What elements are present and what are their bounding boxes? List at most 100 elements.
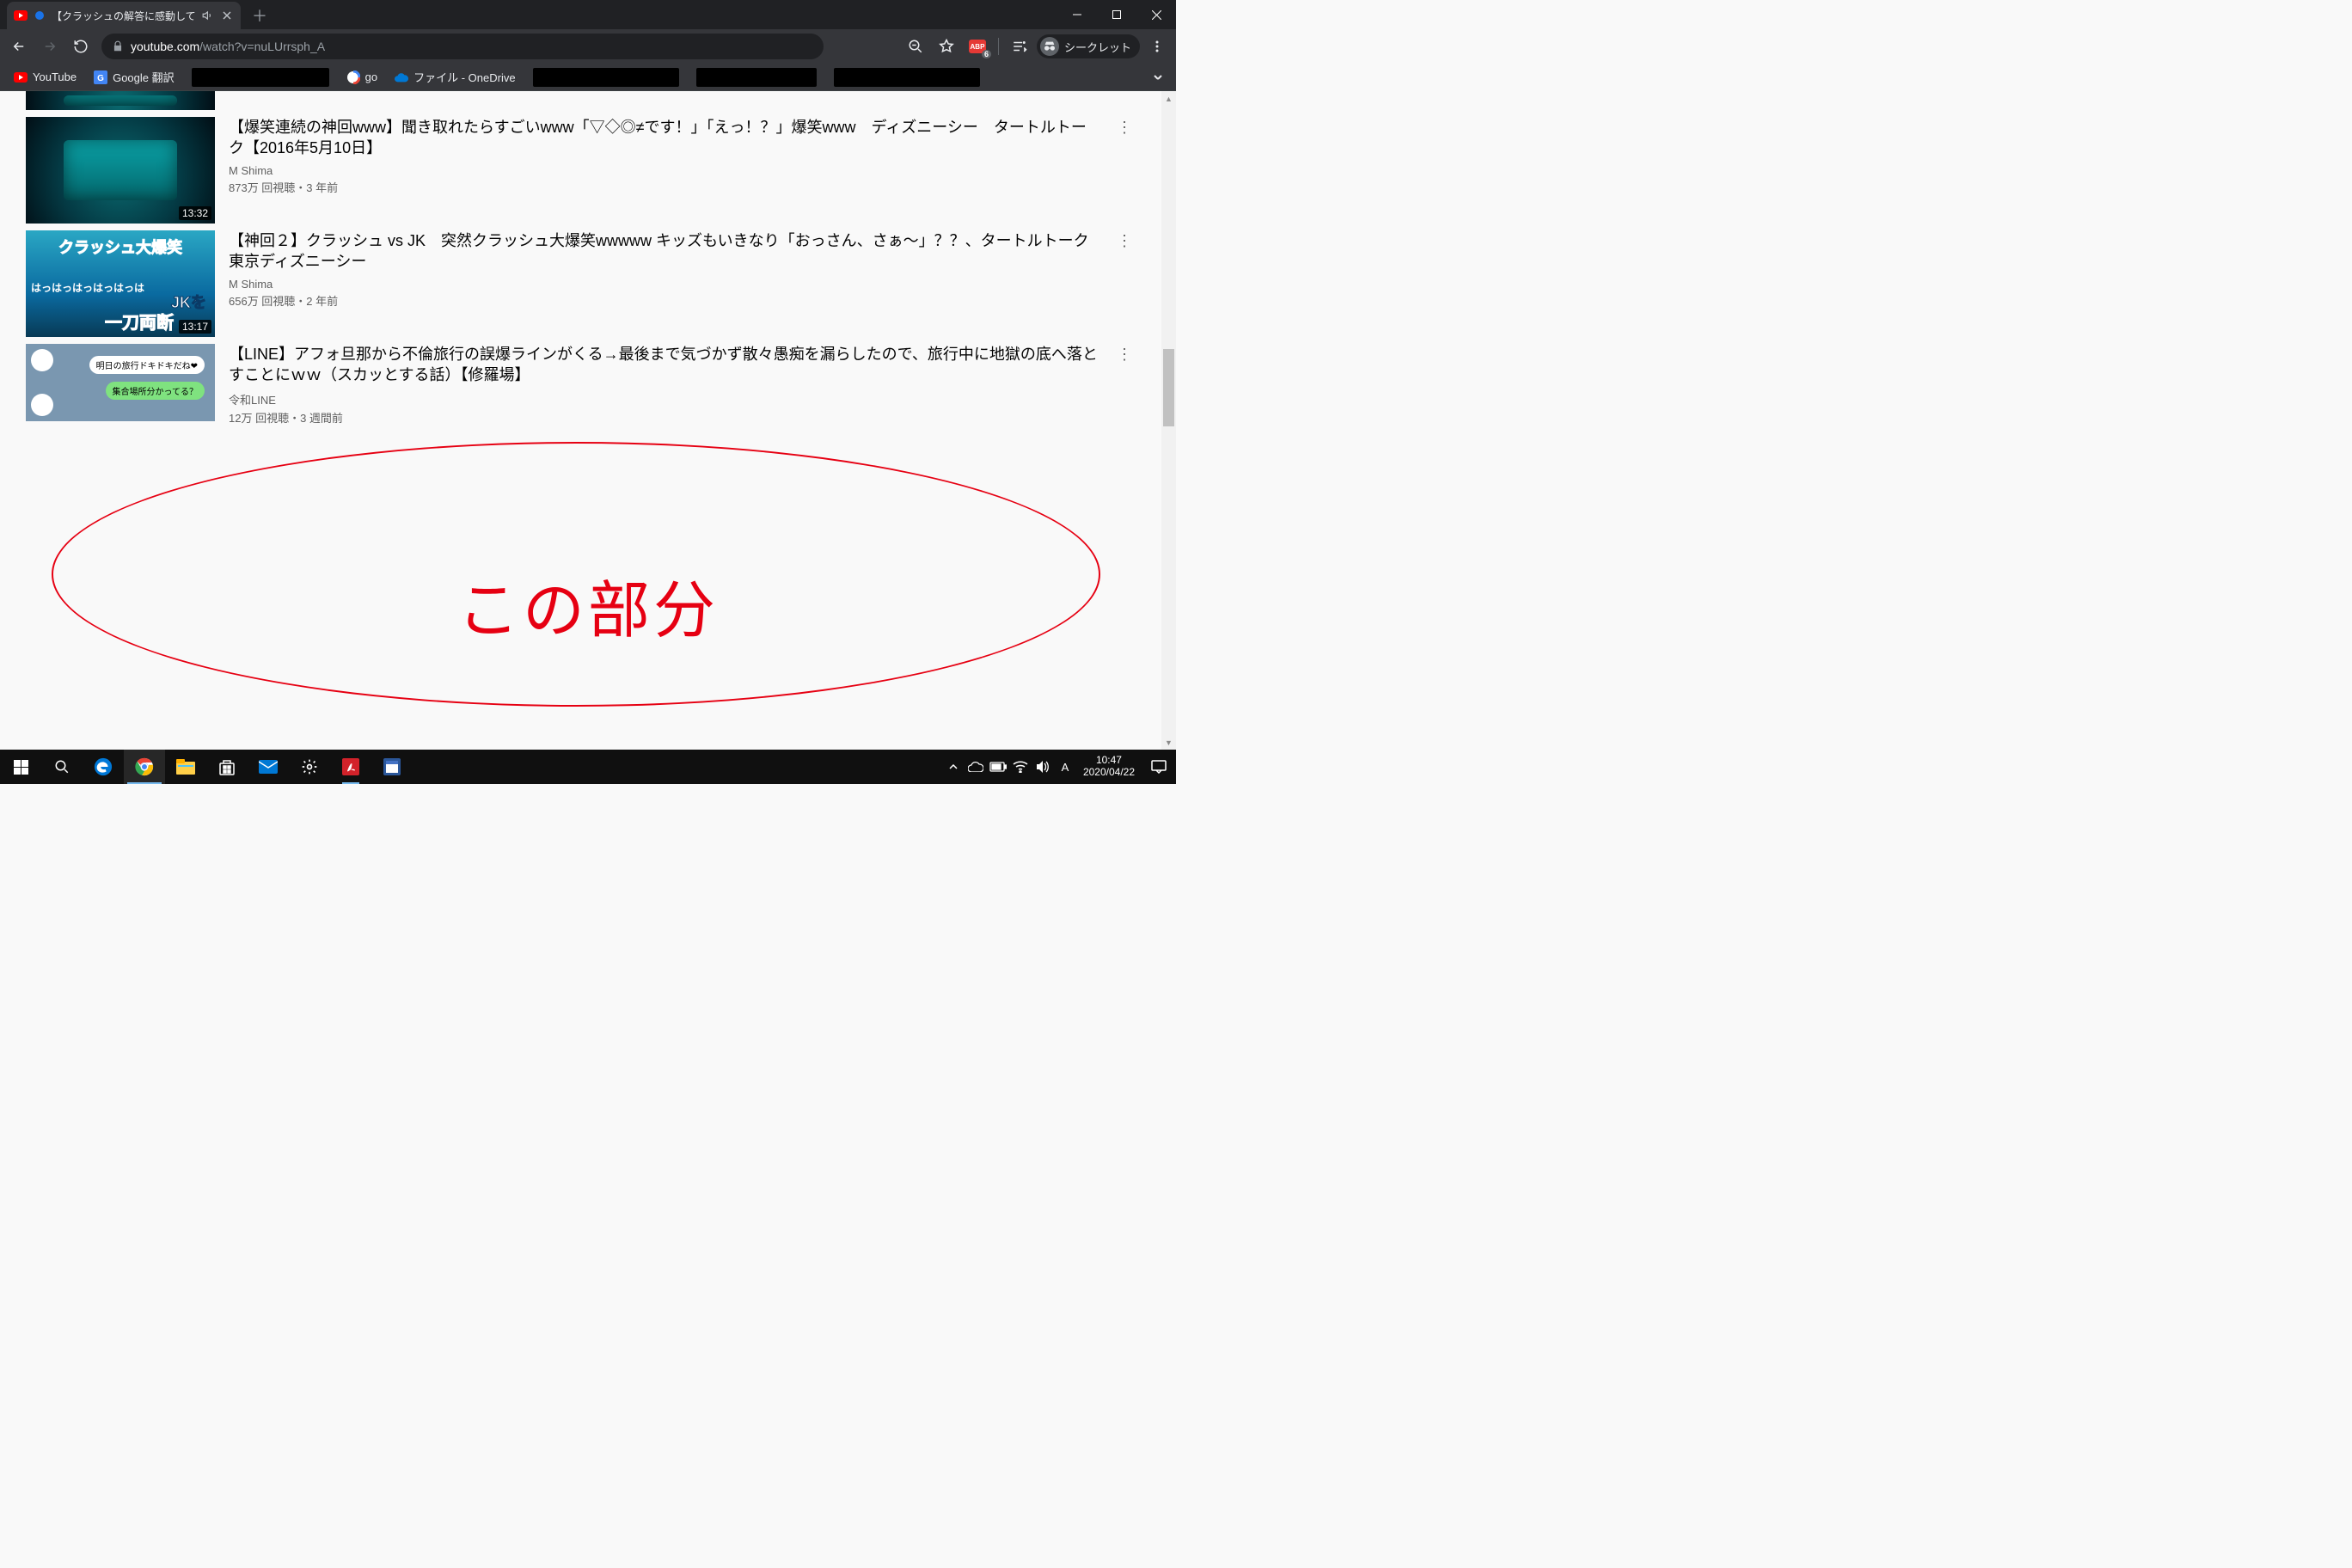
browser-toolbar: youtube.com/watch?v=nuLUrrsph_A ABP6 シーク… <box>0 29 1176 64</box>
thumb-text: 一刀両断 <box>105 309 174 334</box>
window-maximize-button[interactable] <box>1097 0 1136 29</box>
youtube-icon <box>14 70 28 84</box>
incognito-indicator[interactable]: シークレット <box>1037 34 1140 58</box>
media-control-icon[interactable] <box>1006 33 1033 60</box>
video-thumbnail[interactable]: 明日の旅行ドキドキだね❤ 集合場所分かってる？ <box>26 344 215 421</box>
taskbar-store-icon[interactable] <box>206 750 248 784</box>
tab-title: 【クラッシュの解答に感動して <box>52 9 196 23</box>
clock-time: 10:47 <box>1083 755 1135 767</box>
video-row-partial <box>26 91 1135 110</box>
video-thumbnail[interactable]: クラッシュ大爆笑 はっはっはっはっはっは JKを 一刀両断 13:17 <box>26 230 215 337</box>
taskbar-chrome-icon[interactable] <box>124 750 165 784</box>
abp-label: ABP <box>971 43 985 51</box>
tray-battery-icon[interactable] <box>987 750 1009 784</box>
clock-date: 2020/04/22 <box>1083 767 1135 779</box>
bookmark-redacted-2[interactable] <box>526 65 686 89</box>
video-title: 【神回２】クラッシュ vs JK 突然クラッシュ大爆笑wwwww キッズもいきな… <box>229 230 1100 273</box>
lock-icon <box>112 40 124 52</box>
redacted-block <box>834 68 980 87</box>
tray-wifi-icon[interactable] <box>1009 750 1032 784</box>
bookmark-label: YouTube <box>33 70 77 83</box>
action-center-icon[interactable] <box>1142 750 1176 784</box>
svg-text:G: G <box>97 74 104 83</box>
url-path: /watch?v=nuLUrrsph_A <box>199 40 325 53</box>
video-thumbnail[interactable]: 13:32 <box>26 117 215 224</box>
bookmark-redacted-1[interactable] <box>185 65 336 89</box>
redacted-block <box>696 68 817 87</box>
adblock-extension-icon[interactable]: ABP6 <box>964 33 991 60</box>
browser-tab[interactable]: 【クラッシュの解答に感動して <box>7 2 241 29</box>
video-duration: 13:32 <box>179 206 211 220</box>
thumb-text: はっはっはっはっはっは <box>31 280 144 295</box>
tray-overflow-icon[interactable] <box>942 750 965 784</box>
bookmark-redacted-3[interactable] <box>689 65 824 89</box>
bookmark-go[interactable]: go <box>340 68 384 87</box>
video-meta[interactable]: 【LINE】アフォ旦那から不倫旅行の誤爆ラインがくる→最後まで気づかず散々愚痴を… <box>229 344 1100 426</box>
tray-volume-icon[interactable] <box>1032 750 1054 784</box>
google-icon <box>346 70 360 84</box>
scrollbar-thumb[interactable] <box>1163 349 1174 426</box>
reload-button[interactable] <box>67 33 95 60</box>
back-button[interactable] <box>5 33 33 60</box>
bookmark-label: Google 翻訳 <box>113 69 175 85</box>
taskbar-explorer-icon[interactable] <box>165 750 206 784</box>
taskbar-settings-icon[interactable] <box>289 750 330 784</box>
scroll-down-icon[interactable]: ▼ <box>1161 735 1176 750</box>
video-stats: 656万 回視聴・2 年前 <box>229 292 1100 309</box>
tab-close-icon[interactable] <box>220 9 234 22</box>
tab-mute-icon[interactable] <box>201 9 215 22</box>
video-row: 13:32 【爆笑連続の神回www】聞き取れたらすごいwww「▽◇◎≠です！」「… <box>26 117 1135 224</box>
bookmark-translate[interactable]: G Google 翻訳 <box>87 66 181 88</box>
new-tab-button[interactable]: ＋ <box>248 3 272 28</box>
window-close-button[interactable] <box>1136 0 1176 29</box>
tray-ime-icon[interactable]: A <box>1054 750 1076 784</box>
video-duration: 13:17 <box>179 320 211 334</box>
taskbar-acrobat-icon[interactable] <box>330 750 371 784</box>
toolbar-divider <box>998 38 999 55</box>
abp-badge: 6 <box>982 50 991 58</box>
taskbar-app-icon[interactable] <box>371 750 413 784</box>
start-button[interactable] <box>0 750 41 784</box>
taskbar-clock[interactable]: 10:47 2020/04/22 <box>1076 755 1142 779</box>
video-thumbnail[interactable] <box>26 91 215 110</box>
taskbar-edge-icon[interactable] <box>83 750 124 784</box>
video-row: 明日の旅行ドキドキだね❤ 集合場所分かってる？ 【LINE】アフォ旦那から不倫旅… <box>26 344 1135 426</box>
address-bar[interactable]: youtube.com/watch?v=nuLUrrsph_A <box>101 34 824 59</box>
vertical-scrollbar[interactable]: ▲ ▼ <box>1161 91 1176 750</box>
thumb-text: 集合場所分かってる？ <box>106 382 205 400</box>
video-row: クラッシュ大爆笑 はっはっはっはっはっは JKを 一刀両断 13:17 【神回２… <box>26 230 1135 337</box>
video-stats: 12万 回視聴・3 週間前 <box>229 409 1100 426</box>
zoom-icon[interactable] <box>902 33 929 60</box>
page-content: 13:32 【爆笑連続の神回www】聞き取れたらすごいwww「▽◇◎≠です！」「… <box>0 91 1176 750</box>
onedrive-icon <box>395 70 408 84</box>
bookmark-star-icon[interactable] <box>933 33 960 60</box>
system-tray: A 10:47 2020/04/22 <box>942 750 1176 784</box>
tray-onedrive-icon[interactable] <box>965 750 987 784</box>
forward-button[interactable] <box>36 33 64 60</box>
window-titlebar: 【クラッシュの解答に感動して ＋ <box>0 0 1176 29</box>
video-channel: 令和LINE <box>229 391 1100 407</box>
youtube-favicon-icon <box>14 9 28 22</box>
window-minimize-button[interactable] <box>1057 0 1097 29</box>
video-title: 【LINE】アフォ旦那から不倫旅行の誤爆ラインがくる→最後まで気づかず散々愚痴を… <box>229 344 1100 386</box>
thumb-text: JKを <box>171 291 206 313</box>
bookmark-youtube[interactable]: YouTube <box>7 68 83 87</box>
bookmarks-overflow-icon[interactable] <box>1145 65 1169 89</box>
taskbar-mail-icon[interactable] <box>248 750 289 784</box>
redacted-block <box>192 68 329 87</box>
bookmark-onedrive[interactable]: ファイル - OneDrive <box>388 66 522 88</box>
url-host: youtube.com <box>131 40 199 53</box>
video-meta[interactable]: 【爆笑連続の神回www】聞き取れたらすごいwww「▽◇◎≠です！」「えっ！？」爆… <box>229 117 1100 224</box>
video-title: 【爆笑連続の神回www】聞き取れたらすごいwww「▽◇◎≠です！」「えっ！？」爆… <box>229 117 1100 159</box>
video-menu-icon[interactable]: ⋮ <box>1114 230 1135 337</box>
bookmark-label: ファイル - OneDrive <box>413 69 515 85</box>
scroll-up-icon[interactable]: ▲ <box>1161 91 1176 106</box>
search-button[interactable] <box>41 750 83 784</box>
bookmark-redacted-4[interactable] <box>827 65 987 89</box>
video-channel: M Shima <box>229 278 1100 291</box>
video-menu-icon[interactable]: ⋮ <box>1114 344 1135 426</box>
windows-taskbar: A 10:47 2020/04/22 <box>0 750 1176 784</box>
video-meta[interactable]: 【神回２】クラッシュ vs JK 突然クラッシュ大爆笑wwwww キッズもいきな… <box>229 230 1100 337</box>
video-menu-icon[interactable]: ⋮ <box>1114 117 1135 224</box>
browser-menu-icon[interactable] <box>1143 33 1171 60</box>
